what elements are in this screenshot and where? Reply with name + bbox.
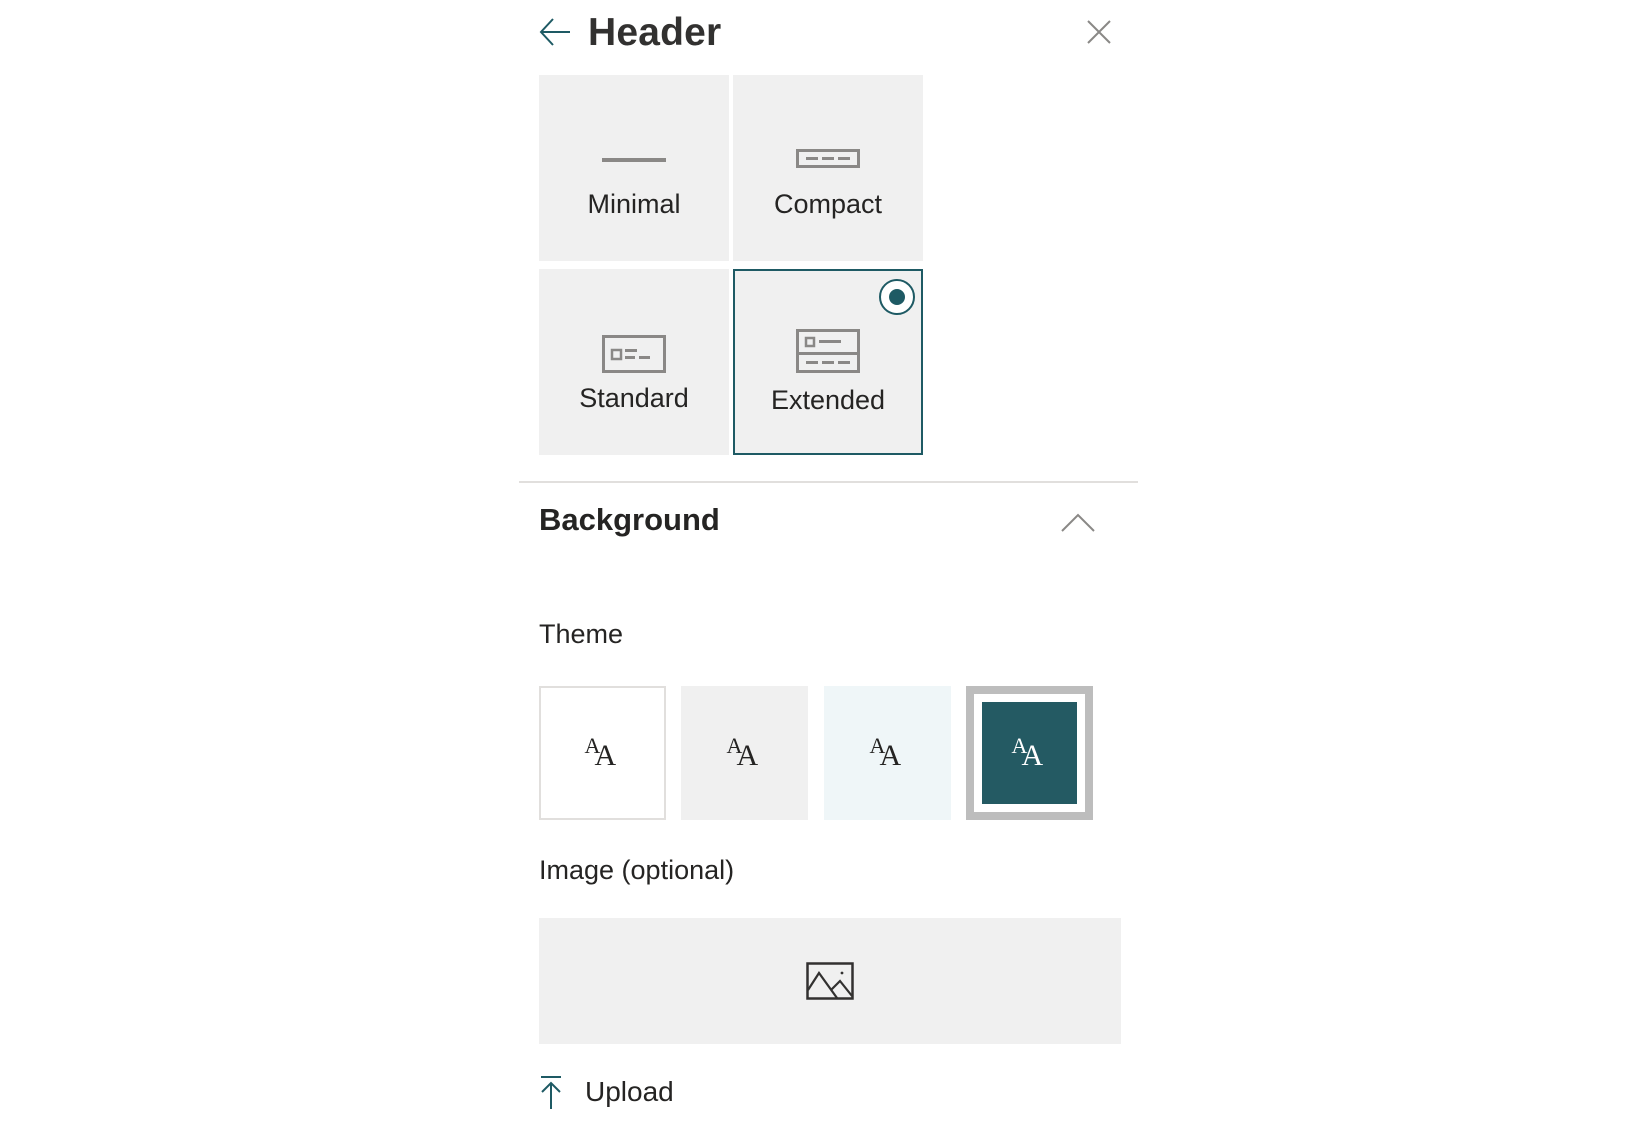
theme-option-soft[interactable]: AA [824, 686, 951, 820]
layout-option-minimal[interactable]: Minimal [539, 75, 729, 261]
font-size-icon: AA [869, 733, 902, 772]
theme-option-white[interactable]: AA [539, 686, 666, 820]
image-upload-area[interactable] [539, 918, 1121, 1044]
back-button[interactable] [536, 14, 574, 50]
collapse-section-button[interactable] [1058, 505, 1098, 539]
upload-button[interactable]: Upload [539, 1072, 674, 1112]
selected-radio-indicator [879, 279, 915, 315]
layout-compact-icon [796, 149, 860, 168]
layout-option-label: Standard [579, 383, 689, 413]
layout-minimal-icon [602, 158, 666, 162]
font-size-icon: AA [584, 733, 617, 772]
image-icon [806, 962, 854, 1000]
layout-option-compact[interactable]: Compact [733, 75, 923, 261]
font-size-icon: AA [726, 733, 759, 772]
image-label: Image (optional) [539, 855, 735, 885]
upload-icon [541, 1076, 561, 1109]
font-size-icon: AA [1011, 733, 1044, 772]
theme-label: Theme [539, 619, 624, 649]
layout-extended-icon [796, 329, 860, 373]
layout-standard-icon [602, 335, 666, 373]
panel-title: Header [588, 11, 722, 54]
upload-label: Upload [585, 1076, 674, 1107]
layout-option-label: Minimal [587, 189, 681, 219]
section-divider [519, 481, 1138, 483]
section-title-background: Background [539, 502, 720, 537]
theme-swatch-strong: AA [982, 702, 1077, 804]
close-icon [1087, 20, 1111, 44]
layout-option-standard[interactable]: Standard [539, 269, 729, 455]
layout-option-label: Extended [770, 385, 886, 415]
chevron-up-icon [1061, 513, 1095, 532]
close-button[interactable] [1084, 17, 1114, 47]
arrow-left-icon [539, 18, 570, 46]
theme-option-strong[interactable]: AA [966, 686, 1093, 820]
theme-option-neutral[interactable]: AA [681, 686, 808, 820]
layout-option-label: Compact [773, 189, 883, 219]
layout-option-extended[interactable]: Extended [733, 269, 923, 455]
